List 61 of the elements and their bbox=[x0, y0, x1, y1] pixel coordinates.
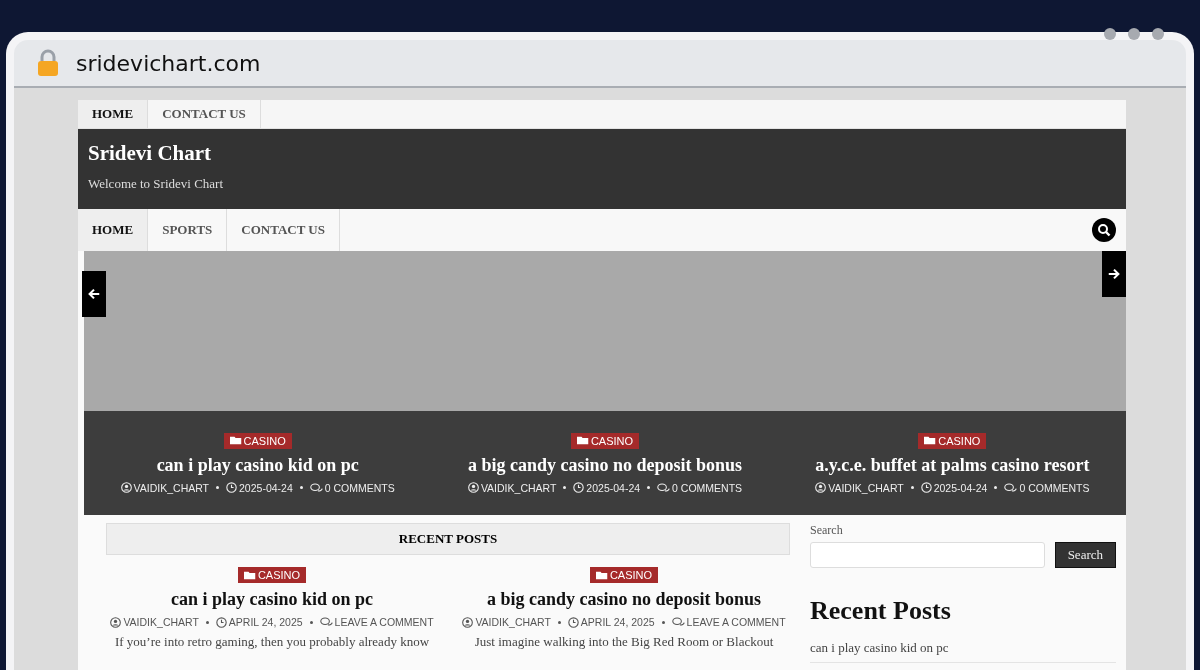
comments-link[interactable]: 0 COMMENTS bbox=[1019, 481, 1090, 494]
folder-icon bbox=[229, 436, 242, 445]
search-field[interactable] bbox=[810, 542, 1045, 568]
menu-item[interactable]: HOME bbox=[78, 100, 149, 128]
post-excerpt: Just imagine walking into the Big Red Room or Blackout bbox=[474, 634, 774, 650]
author-link[interactable]: VAIDIK_CHART bbox=[828, 481, 904, 494]
comments-link[interactable]: LEAVE A COMMENT bbox=[686, 616, 786, 628]
comments-link[interactable]: 0 COMMENTS bbox=[324, 481, 395, 494]
author-link[interactable]: VAIDIK_CHART bbox=[123, 616, 199, 628]
post-date[interactable]: 2025-04-24 bbox=[586, 481, 641, 494]
menu-item[interactable]: HOME bbox=[78, 209, 149, 251]
comments-icon bbox=[309, 482, 323, 493]
user-icon bbox=[120, 482, 132, 493]
author-link[interactable]: VAIDIK_CHART bbox=[475, 616, 551, 628]
category-tag[interactable]: CASINO bbox=[237, 567, 307, 583]
comments-icon bbox=[1004, 482, 1018, 493]
clock-icon bbox=[573, 482, 585, 493]
folder-icon bbox=[595, 570, 608, 580]
category-tag[interactable]: CASINO bbox=[223, 432, 292, 449]
author-link[interactable]: VAIDIK_CHART bbox=[480, 481, 557, 494]
post-date[interactable]: APRIL 24, 2025 bbox=[580, 616, 655, 628]
post-date[interactable]: APRIL 24, 2025 bbox=[228, 616, 303, 628]
post-title[interactable]: can i play casino kid on pc bbox=[170, 589, 374, 610]
user-icon bbox=[462, 616, 474, 628]
menu-item[interactable]: CONTACT US bbox=[148, 100, 261, 128]
user-icon bbox=[815, 482, 827, 493]
lock-icon bbox=[36, 49, 60, 77]
clock-icon bbox=[920, 482, 932, 493]
post-title[interactable]: can i play casino kid on pc bbox=[156, 454, 359, 476]
comments-icon bbox=[657, 482, 671, 493]
search-button[interactable]: Search bbox=[1054, 542, 1116, 568]
recent-post-link[interactable]: can i play casino kid on pc bbox=[810, 640, 1116, 663]
category-tag[interactable]: CASINO bbox=[918, 432, 987, 449]
comments-link[interactable]: 0 COMMENTS bbox=[672, 481, 743, 494]
search-label: Search bbox=[810, 523, 844, 538]
post-title[interactable]: a.y.c.e. buffet at palms casino resort bbox=[815, 454, 1090, 476]
post-date[interactable]: 2025-04-24 bbox=[933, 481, 988, 494]
url-text[interactable]: sridevichart.com bbox=[76, 50, 261, 76]
site-title[interactable]: Sridevi Chart bbox=[88, 141, 212, 166]
author-link[interactable]: VAIDIK_CHART bbox=[133, 481, 210, 494]
clock-icon bbox=[226, 482, 238, 493]
section-heading: RECENT POSTS bbox=[106, 523, 790, 555]
post-title[interactable]: a big candy casino no deposit bonus bbox=[486, 589, 762, 610]
widget-heading: Recent Posts bbox=[810, 596, 951, 626]
folder-icon bbox=[243, 570, 256, 580]
site-tagline: Welcome to Sridevi Chart bbox=[88, 176, 225, 192]
comments-icon bbox=[319, 617, 333, 627]
folder-icon bbox=[924, 436, 937, 445]
post-title[interactable]: a big candy casino no deposit bonus bbox=[467, 454, 743, 476]
folder-icon bbox=[576, 436, 589, 445]
user-icon bbox=[110, 616, 122, 628]
comments-link[interactable]: LEAVE A COMMENT bbox=[334, 616, 434, 628]
category-tag[interactable]: CASINO bbox=[589, 567, 659, 583]
category-tag[interactable]: CASINO bbox=[570, 432, 640, 449]
clock-icon bbox=[215, 616, 227, 628]
clock-icon bbox=[567, 616, 579, 628]
search-icon[interactable] bbox=[1092, 218, 1116, 242]
post-date[interactable]: 2025-04-24 bbox=[239, 481, 293, 494]
comments-icon bbox=[671, 617, 685, 627]
user-icon bbox=[467, 482, 479, 493]
post-excerpt: If you’re into retro gaming, then you probably already know bbox=[114, 634, 430, 650]
